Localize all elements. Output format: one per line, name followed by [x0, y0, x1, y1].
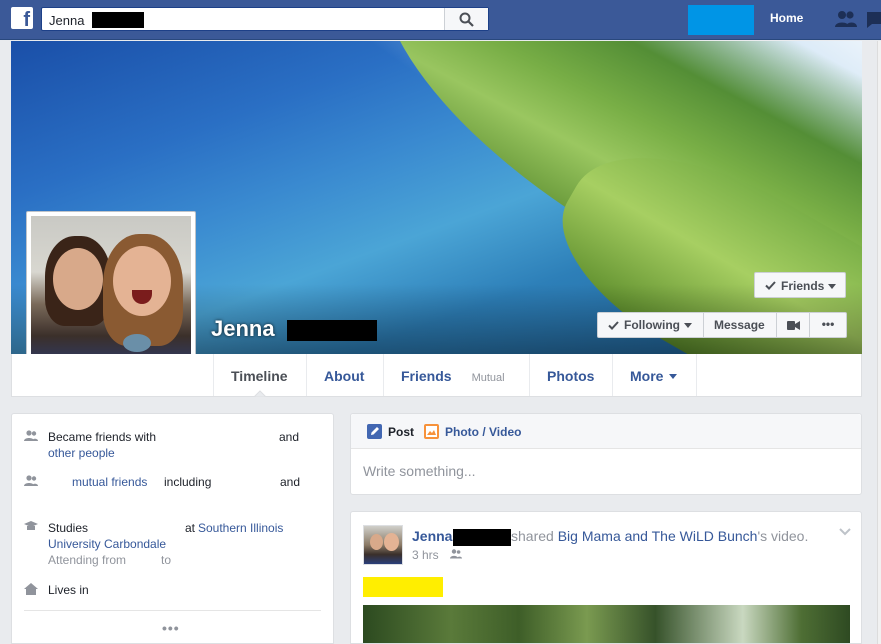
friends-button-label: Friends — [781, 279, 825, 293]
following-button[interactable]: Following — [598, 313, 704, 337]
friends-icon — [24, 475, 38, 486]
message-button[interactable]: Message — [704, 313, 777, 337]
post-author-name[interactable]: Jenna — [412, 528, 452, 544]
chevron-down-icon — [828, 284, 836, 289]
mutual-friends-link[interactable]: mutual friends — [72, 474, 147, 490]
redacted-block — [287, 320, 377, 341]
shared-page-link[interactable]: Big Mama and The WiLD Bunch — [558, 528, 758, 544]
chevron-down-icon[interactable] — [839, 528, 851, 536]
intro-attending-from: Attending from — [48, 553, 127, 567]
highlight-block — [363, 577, 443, 597]
friends-button[interactable]: Friends — [754, 272, 846, 298]
chevron-down-icon — [684, 323, 692, 328]
search-button[interactable] — [444, 8, 488, 30]
active-tab-pointer — [254, 390, 266, 397]
video-call-button[interactable] — [777, 313, 810, 337]
intro-lives-in: Lives in — [48, 583, 89, 597]
intro-and: and — [280, 475, 301, 489]
other-people-link[interactable]: other people — [48, 445, 115, 461]
facebook-logo-icon[interactable]: f — [11, 7, 33, 29]
post-timestamp[interactable]: 3 hrs — [412, 548, 439, 562]
video-camera-icon — [787, 321, 800, 330]
tab-more[interactable]: More — [612, 354, 697, 396]
home-icon — [24, 583, 38, 595]
tab-timeline[interactable]: Timeline — [213, 354, 306, 397]
search-input[interactable]: Jenna — [41, 7, 489, 31]
redacted-block — [92, 12, 144, 28]
photo-detail — [384, 533, 399, 551]
search-icon — [459, 12, 474, 27]
check-icon — [608, 321, 619, 330]
graduation-cap-icon — [24, 521, 38, 530]
home-link[interactable]: Home — [770, 11, 803, 25]
more-options-button[interactable]: ••• — [810, 313, 846, 337]
redacted-block — [453, 529, 511, 546]
friend-requests-icon[interactable] — [834, 10, 858, 28]
profile-nav: Timeline About Friends Mutual Photos More — [11, 354, 862, 397]
school-link-1[interactable]: Southern Illinois — [198, 520, 283, 536]
intro-divider — [24, 610, 321, 611]
photo-detail — [123, 334, 151, 352]
photo-icon — [424, 424, 439, 439]
post-action-text: shared Big Mama and The WiLD Bunch's vid… — [511, 528, 808, 544]
pencil-icon — [367, 424, 382, 439]
tab-friends[interactable]: Friends Mutual — [383, 354, 529, 396]
profile-shortcut[interactable] — [688, 5, 754, 35]
tab-photo-video[interactable]: Photo / Video — [445, 425, 521, 439]
top-bar: f Jenna Home — [0, 0, 881, 40]
messages-icon[interactable] — [865, 10, 881, 28]
tab-friends-sub: Mutual — [471, 372, 505, 384]
scrollbar[interactable] — [877, 41, 881, 644]
photo-detail — [113, 246, 171, 316]
intro-to: to — [161, 553, 172, 567]
intro-more-button[interactable]: ••• — [162, 620, 180, 636]
photo-detail — [370, 534, 383, 550]
feed-post: Jenna shared Big Mama and The WiLD Bunch… — [350, 511, 862, 644]
audience-friends-icon[interactable] — [450, 549, 462, 559]
tab-photos-label: Photos — [547, 368, 595, 384]
school-link-2[interactable]: University Carbondale — [48, 536, 166, 552]
post-composer: Post Photo / Video Write something... — [350, 413, 862, 495]
composer-tabs: Post Photo / Video — [351, 414, 861, 449]
tab-friends-label: Friends — [401, 368, 452, 384]
profile-actions: Following Message ••• — [597, 312, 847, 338]
intro-studies: Studies — [48, 521, 89, 535]
tab-timeline-label: Timeline — [231, 368, 288, 384]
intro-and: and — [279, 430, 300, 444]
profile-name: Jenna — [211, 316, 275, 341]
intro-at: at — [185, 521, 196, 535]
intro-including: including — [164, 475, 212, 489]
profile-photo — [31, 216, 191, 376]
tab-post[interactable]: Post — [388, 425, 414, 439]
tab-more-label: More — [630, 368, 664, 384]
post-action-suffix: 's video. — [757, 528, 809, 544]
post-video[interactable] — [363, 605, 850, 643]
photo-detail — [53, 248, 103, 310]
post-action-prefix: shared — [511, 528, 554, 544]
tab-about[interactable]: About — [306, 354, 383, 396]
write-something-input[interactable]: Write something... — [363, 463, 476, 479]
intro-card: Became friends with and other people mut… — [11, 413, 334, 644]
friends-icon — [24, 430, 38, 441]
chevron-down-icon — [669, 374, 678, 379]
post-author-avatar[interactable] — [363, 525, 403, 565]
tab-photos[interactable]: Photos — [529, 354, 612, 396]
check-icon — [765, 281, 776, 290]
following-button-label: Following — [624, 318, 680, 332]
intro-became-friends: Became friends with — [48, 430, 157, 444]
tab-about-label: About — [324, 368, 365, 384]
search-input-value: Jenna — [49, 13, 85, 28]
